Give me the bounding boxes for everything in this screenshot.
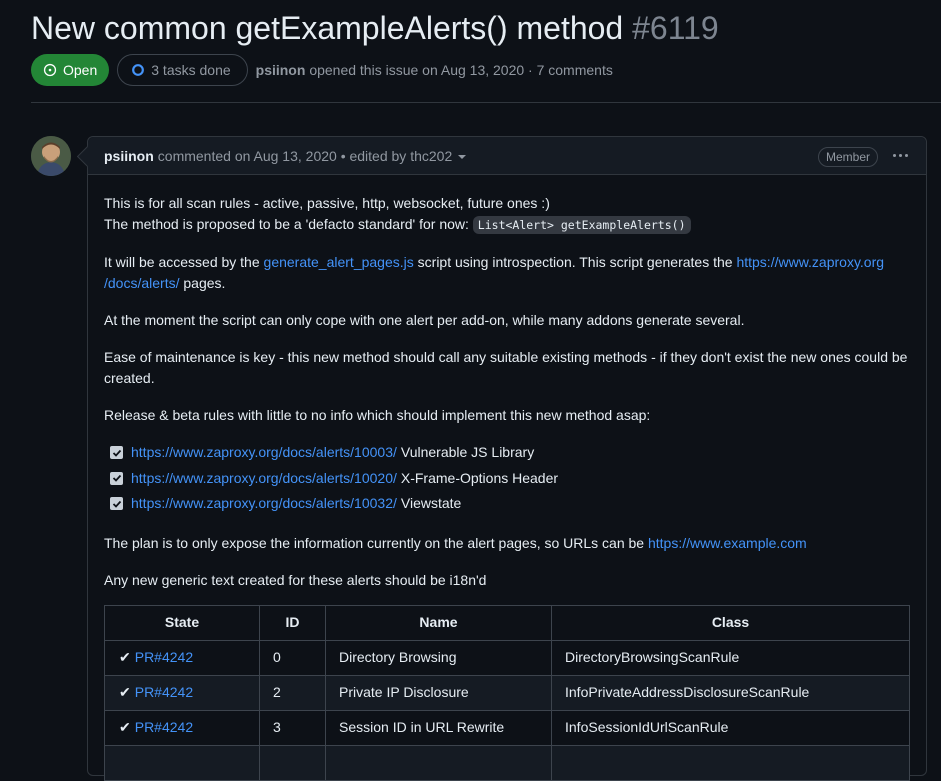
issue-meta: psiinon opened this issue on Aug 13, 202…	[256, 62, 613, 78]
task-text: Viewstate	[400, 495, 462, 512]
state-cell: ✔ PR#4242	[104, 674, 260, 711]
comment-body: This is for all scan rules - active, pas…	[88, 175, 926, 781]
name-cell: Private IP Disclosure	[325, 674, 552, 711]
alerts-docs-link-line-1: https://www.zaproxy.org	[736, 254, 885, 270]
state-label: Open	[63, 62, 98, 78]
issue-title: New common getExampleAlerts() method #61…	[31, 8, 719, 48]
maintenance-line-2: created.	[104, 370, 155, 386]
task-link[interactable]: https://www.zaproxy.org/docs/alerts/1002…	[131, 468, 397, 489]
paragraph-release-rules: Release & beta rules with little to no i…	[104, 407, 651, 423]
paragraph-i18n: Any new generic text created for these a…	[104, 571, 487, 588]
name-cell	[325, 744, 552, 781]
more-options-icon[interactable]	[893, 154, 908, 157]
task-list: https://www.zaproxy.org/docs/alerts/1000…	[104, 440, 910, 517]
class-cell: InfoPrivateAddressDisclosureScanRule	[551, 674, 910, 711]
issue-title-text: New common getExampleAlerts() method	[31, 10, 624, 46]
state-cell: ✔ PR#4242	[104, 709, 260, 746]
done-check-icon: ✔	[119, 684, 131, 700]
paragraph-script: It will be accessed by the generate_aler…	[104, 252, 910, 294]
table-row: ✔ PR#4242 0 Directory Browsing DirectoryB…	[104, 639, 910, 676]
name-cell: Directory Browsing	[325, 639, 552, 676]
table-row: ✔ PR#4242 3 Session ID in URL Rewrite Inf…	[104, 709, 910, 746]
checkmark-icon	[112, 449, 121, 457]
comment-header: psiinon commented on Aug 13, 2020 • edit…	[88, 137, 926, 175]
task-checkbox[interactable]	[110, 446, 123, 460]
script-text-2: script using introspection. This script …	[417, 254, 733, 270]
avatar[interactable]	[31, 136, 71, 176]
column-header-name: Name	[325, 604, 552, 641]
table-header-row: State ID Name Class	[104, 604, 910, 641]
task-list-item: https://www.zaproxy.org/docs/alerts/1002…	[110, 466, 910, 492]
class-cell: InfoSessionIdUrlScanRule	[551, 709, 910, 746]
pr-link[interactable]: PR#4242	[135, 649, 193, 665]
id-cell: 2	[259, 674, 326, 711]
pr-link[interactable]: PR#4242	[135, 719, 193, 735]
done-check-icon: ✔	[119, 719, 131, 735]
state-badge: Open	[31, 54, 110, 86]
paragraph-limitation: At the moment the script can only cope w…	[104, 312, 745, 328]
state-cell: ✔ PR#4242	[104, 639, 260, 676]
example-link[interactable]: https://www.example.com	[648, 535, 807, 551]
task-checkbox[interactable]	[110, 497, 123, 511]
task-list-item: https://www.zaproxy.org/docs/alerts/1000…	[110, 440, 910, 466]
class-cell	[551, 744, 910, 781]
issue-open-icon	[43, 63, 57, 77]
column-header-state: State	[104, 604, 260, 641]
script-text-3: pages.	[183, 275, 226, 291]
paragraph-intro: This is for all scan rules - active, pas…	[104, 193, 910, 236]
script-text-1: It will be accessed by the	[104, 254, 260, 270]
column-header-id: ID	[259, 604, 326, 641]
task-text: X-Frame-Options Header	[400, 469, 559, 486]
comment-meta: commented on Aug 13, 2020 • edited by th…	[157, 147, 453, 164]
task-checkbox[interactable]	[110, 471, 123, 485]
paragraph-maintenance: Ease of maintenance is key - this new me…	[104, 347, 910, 389]
table-row: ✔ PR#4242 2 Private IP Disclosure InfoPri…	[104, 674, 910, 711]
task-link[interactable]: https://www.zaproxy.org/docs/alerts/1003…	[131, 493, 397, 514]
paragraph-plan: The plan is to only expose the informati…	[104, 533, 910, 554]
pr-link[interactable]: PR#4242	[135, 684, 193, 700]
checkmark-icon	[112, 475, 121, 483]
checkmark-icon	[112, 500, 121, 508]
alerts-docs-link-line-2: /docs/alerts/	[104, 275, 180, 291]
progress-ring-icon	[132, 64, 145, 76]
script-link[interactable]: generate_alert_pages.js	[264, 254, 414, 270]
method-signature-code: List<Alert> getExampleAlerts()	[472, 216, 691, 234]
name-cell: Session ID in URL Rewrite	[325, 709, 552, 746]
column-header-class: Class	[551, 604, 910, 641]
task-link[interactable]: https://www.zaproxy.org/docs/alerts/1000…	[131, 442, 397, 463]
intro-line-2: The method is proposed to be a 'defacto …	[104, 216, 469, 232]
tasks-progress-badge[interactable]: 3 tasks done	[117, 54, 248, 86]
avatar-image	[31, 136, 71, 176]
alerts-table: State ID Name Class ✔ PR#4242 0 Directory…	[104, 604, 910, 781]
comment-author-link[interactable]: psiinon	[104, 148, 154, 164]
tasks-label: 3 tasks done	[151, 62, 231, 78]
edit-history-caret-icon[interactable]	[458, 154, 467, 159]
id-cell: 3	[259, 709, 326, 746]
table-row	[104, 744, 910, 781]
task-text: Vulnerable JS Library	[400, 444, 535, 461]
id-cell: 0	[259, 639, 326, 676]
issue-comment: psiinon commented on Aug 13, 2020 • edit…	[87, 136, 927, 781]
intro-line-1: This is for all scan rules - active, pas…	[104, 195, 550, 211]
issue-author-link[interactable]: psiinon	[256, 62, 306, 78]
maintenance-line-1: Ease of maintenance is key - this new me…	[104, 349, 908, 365]
id-cell	[259, 744, 326, 781]
issue-meta-row: Open 3 tasks done psiinon opened this is…	[31, 54, 613, 86]
header-divider	[31, 102, 941, 103]
done-check-icon: ✔	[119, 649, 131, 665]
class-cell: DirectoryBrowsingScanRule	[551, 639, 910, 676]
member-badge: Member	[817, 147, 878, 167]
state-cell	[104, 744, 260, 781]
issue-number: #6119	[632, 10, 719, 46]
task-list-item: https://www.zaproxy.org/docs/alerts/1003…	[110, 491, 910, 517]
issue-meta-text: opened this issue on Aug 13, 2020 · 7 co…	[309, 62, 613, 78]
plan-text: The plan is to only expose the informati…	[104, 534, 645, 551]
